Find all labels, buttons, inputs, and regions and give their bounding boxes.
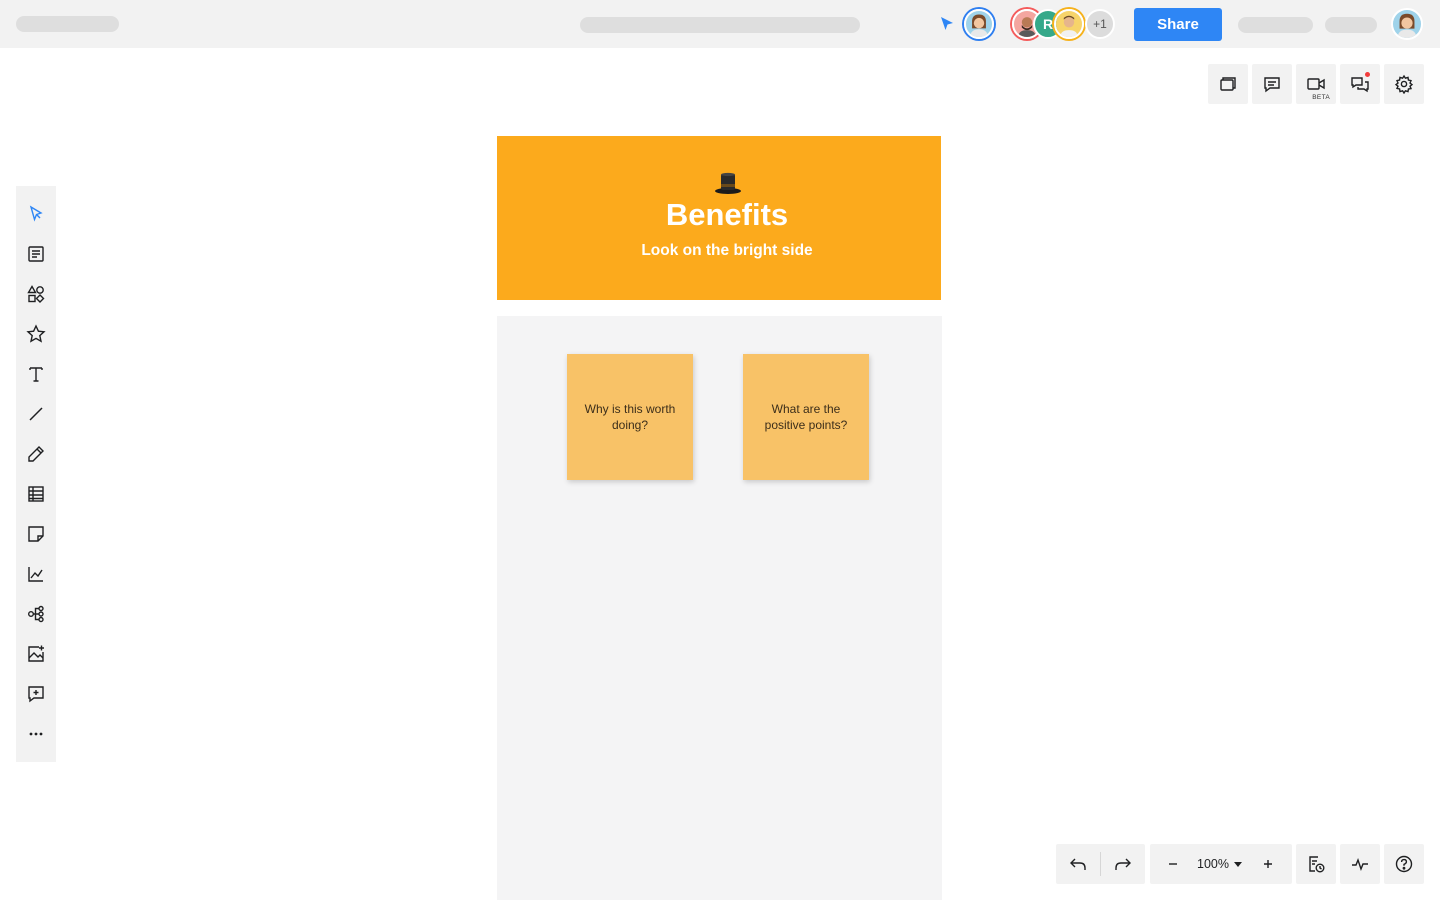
sticky-note-text: Why is this worth doing? — [584, 402, 676, 432]
video-button[interactable]: BETA — [1296, 64, 1336, 104]
top-hat-icon — [715, 172, 741, 194]
board-title-placeholder[interactable] — [580, 17, 860, 33]
zoom-level[interactable]: 100% — [1197, 844, 1229, 884]
chart-icon — [28, 567, 43, 582]
sticky-note-text: What are the positive points? — [764, 402, 848, 432]
image-tool[interactable] — [16, 634, 56, 674]
settings-button[interactable] — [1384, 64, 1424, 104]
templates-icon — [28, 246, 44, 262]
settings-icon — [1394, 74, 1414, 94]
board-title[interactable]: Benefits — [497, 197, 957, 233]
favorites-tool[interactable] — [16, 314, 56, 354]
add-comment-tool[interactable] — [16, 674, 56, 714]
help-icon — [1395, 855, 1413, 873]
add-comment-icon — [28, 686, 44, 703]
favorites-icon — [26, 324, 46, 343]
pen-icon — [28, 446, 44, 462]
comments-button[interactable] — [1252, 64, 1292, 104]
line-icon — [29, 407, 43, 421]
pages-icon — [1220, 77, 1236, 91]
user-avatar[interactable] — [1391, 8, 1423, 40]
mind-map-icon — [28, 605, 44, 623]
shapes-icon — [27, 285, 45, 303]
sticky-note[interactable]: Why is this worth doing? — [567, 354, 693, 480]
top-bar: R +1 Share — [0, 0, 1440, 48]
table-icon — [28, 486, 44, 502]
shapes-tool[interactable] — [16, 274, 56, 314]
minus-icon — [1169, 863, 1177, 865]
text-tool[interactable] — [16, 354, 56, 394]
board-subtitle[interactable]: Look on the bright side — [497, 242, 957, 260]
chevron-down-icon[interactable] — [1234, 862, 1242, 867]
board-container[interactable] — [497, 316, 942, 900]
activity-button[interactable] — [1340, 844, 1380, 884]
select-icon — [29, 205, 43, 222]
left-toolbar — [16, 186, 56, 762]
notification-dot — [1365, 72, 1370, 77]
zoom-in-button[interactable] — [1248, 844, 1288, 884]
version-history-button[interactable] — [1296, 844, 1336, 884]
sticky-note-tool[interactable] — [16, 514, 56, 554]
pen-tool[interactable] — [16, 434, 56, 474]
pages-button[interactable] — [1208, 64, 1248, 104]
plus-icon — [1264, 860, 1272, 868]
sticky-note[interactable]: What are the positive points? — [743, 354, 869, 480]
chat-button[interactable] — [1340, 64, 1380, 104]
select-tool[interactable] — [16, 194, 56, 234]
menu-placeholder[interactable] — [1325, 17, 1377, 33]
undo-button[interactable] — [1056, 844, 1100, 884]
undo-icon — [1070, 858, 1086, 870]
mind-map-tool[interactable] — [16, 594, 56, 634]
help[interactable] — [1384, 844, 1424, 884]
history-controls — [1056, 844, 1145, 884]
zoom-out-button[interactable] — [1154, 844, 1192, 884]
activity[interactable] — [1340, 844, 1380, 884]
video-icon — [1307, 78, 1325, 90]
table-tool[interactable] — [16, 474, 56, 514]
collaborator-cursor-icon — [941, 17, 953, 30]
chart-tool[interactable] — [16, 554, 56, 594]
help-button[interactable] — [1384, 844, 1424, 884]
comments-icon — [1264, 77, 1280, 93]
image-icon — [28, 645, 44, 662]
line-tool[interactable] — [16, 394, 56, 434]
version-history[interactable] — [1296, 844, 1336, 884]
redo-icon — [1115, 858, 1131, 870]
templates-tool[interactable] — [16, 234, 56, 274]
chat-icon — [1351, 77, 1369, 93]
version-history-icon — [1309, 856, 1325, 873]
redo-button[interactable] — [1101, 844, 1145, 884]
beta-badge: BETA — [1312, 94, 1330, 101]
sticky-note-icon — [28, 526, 44, 542]
share-button[interactable]: Share — [1134, 8, 1222, 41]
text-icon — [29, 367, 43, 382]
more-collaborators-badge[interactable]: +1 — [1085, 9, 1115, 39]
avatar[interactable] — [964, 9, 994, 39]
avatar[interactable] — [1054, 9, 1084, 39]
more-icon — [29, 732, 43, 736]
menu-placeholder[interactable] — [1238, 17, 1313, 33]
more-tools[interactable] — [16, 714, 56, 754]
activity-icon — [1352, 857, 1368, 872]
board-name-placeholder[interactable] — [16, 16, 119, 32]
